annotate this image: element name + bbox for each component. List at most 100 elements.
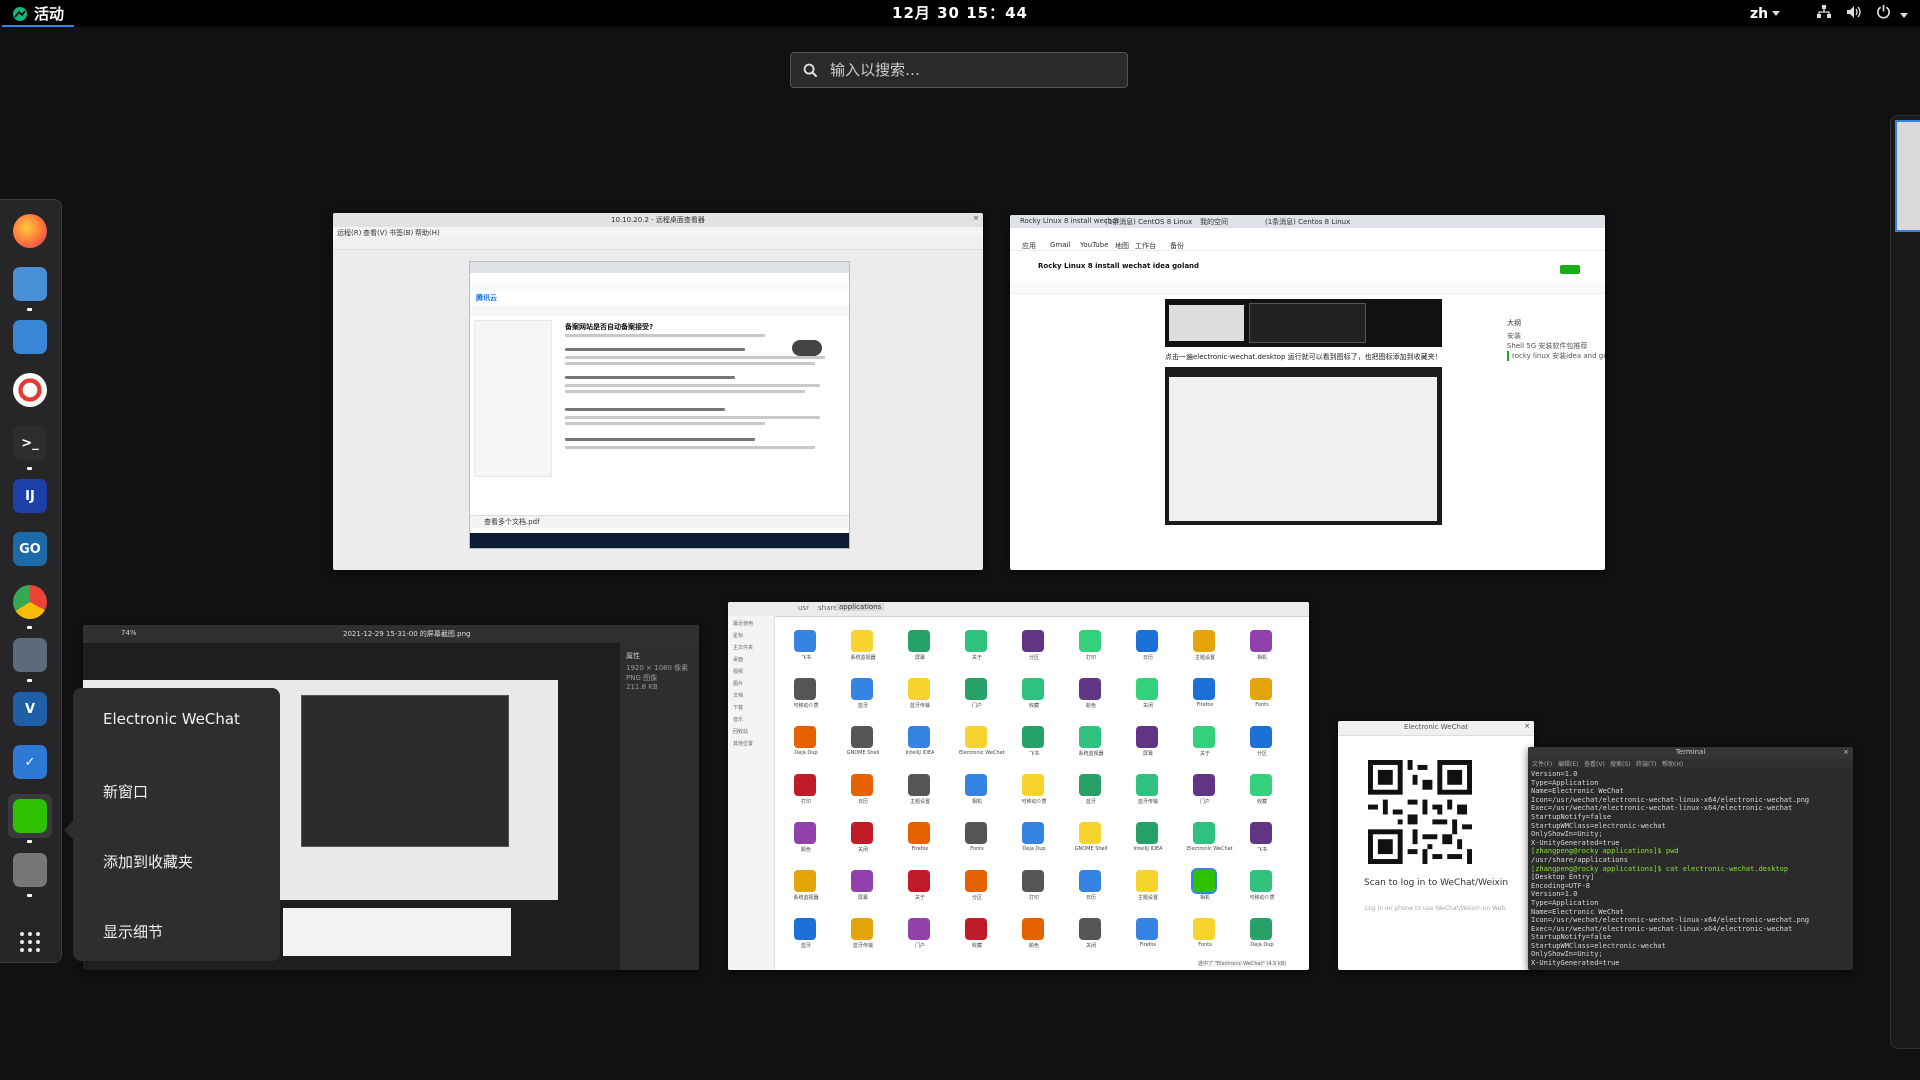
- outline-item[interactable]: rocky linux 安装idea and goland: [1507, 351, 1605, 361]
- file-icon[interactable]: [1191, 868, 1217, 894]
- file-icon[interactable]: [1136, 774, 1158, 796]
- bookmark[interactable]: Gmail: [1050, 241, 1070, 249]
- window-terminal[interactable]: Terminal × 文件(F) 编辑(E) 查看(V) 搜索(S) 终端(T)…: [1528, 747, 1853, 970]
- file-icon[interactable]: [1193, 822, 1215, 844]
- file-icon[interactable]: [794, 630, 816, 652]
- dock-item-terminal[interactable]: >_: [8, 421, 52, 465]
- file-icon[interactable]: [965, 630, 987, 652]
- bookmark[interactable]: 应用: [1022, 241, 1036, 251]
- path-segment[interactable]: usr: [798, 604, 809, 612]
- browser-tab[interactable]: (1条消息) Centos 8 Linux: [1265, 217, 1350, 227]
- file-icon[interactable]: [1022, 774, 1044, 796]
- file-icon[interactable]: [908, 822, 930, 844]
- dock-item-files[interactable]: [8, 262, 52, 306]
- file-icon[interactable]: [1136, 822, 1158, 844]
- file-icon[interactable]: [1022, 870, 1044, 892]
- file-icon[interactable]: [965, 870, 987, 892]
- file-icon[interactable]: [1136, 918, 1158, 940]
- file-icon[interactable]: [908, 630, 930, 652]
- file-icon[interactable]: [1079, 678, 1101, 700]
- remote-screen[interactable]: 腾讯云 备案网站是否自动备案接受? 查看多个文档.pdf: [469, 261, 850, 549]
- dock-item-image-viewer[interactable]: [8, 848, 52, 892]
- search-box[interactable]: [790, 52, 1128, 88]
- workspace-switcher[interactable]: [1890, 115, 1920, 1049]
- bookmark[interactable]: 工作台: [1135, 241, 1156, 251]
- file-icon[interactable]: [965, 726, 987, 748]
- file-icon[interactable]: [1193, 726, 1215, 748]
- file-icon[interactable]: [1193, 630, 1215, 652]
- terminal-output[interactable]: Version=1.0 Type=Application Name=Electron…: [1531, 770, 1850, 968]
- file-icon[interactable]: [1136, 870, 1158, 892]
- file-icon[interactable]: [1136, 630, 1158, 652]
- dock-item-clipboard[interactable]: ✓: [8, 740, 52, 784]
- file-icon[interactable]: [794, 678, 816, 700]
- file-icon[interactable]: [794, 726, 816, 748]
- file-icon[interactable]: [1250, 822, 1272, 844]
- dock-item-intellij-idea[interactable]: IJ: [8, 474, 52, 518]
- file-icon[interactable]: [794, 822, 816, 844]
- menu-item[interactable]: 编辑(E): [1558, 759, 1578, 768]
- file-icon[interactable]: [1022, 630, 1044, 652]
- dock-item-software[interactable]: [8, 315, 52, 359]
- file-icon[interactable]: [794, 774, 816, 796]
- file-icon[interactable]: [851, 774, 873, 796]
- bookmark[interactable]: 备份: [1170, 241, 1184, 251]
- menu-item[interactable]: 终端(T): [1636, 759, 1656, 768]
- file-icon[interactable]: [908, 774, 930, 796]
- file-icon[interactable]: [1079, 870, 1101, 892]
- file-icon[interactable]: [851, 918, 873, 940]
- file-icon[interactable]: [851, 870, 873, 892]
- file-icon[interactable]: [1079, 774, 1101, 796]
- file-icon[interactable]: [851, 678, 873, 700]
- file-icon[interactable]: [908, 726, 930, 748]
- browser-tab[interactable]: (1条消息) CentOS 8 Linux: [1105, 217, 1192, 227]
- file-icon[interactable]: [1022, 918, 1044, 940]
- bookmark[interactable]: 地图: [1115, 241, 1129, 251]
- close-icon[interactable]: ×: [1524, 722, 1530, 730]
- file-icon[interactable]: [1079, 726, 1101, 748]
- close-icon[interactable]: ×: [1843, 748, 1849, 756]
- file-icon[interactable]: [965, 918, 987, 940]
- menu-item[interactable]: 查看(V): [1584, 759, 1605, 768]
- dock-item-remote-desktop[interactable]: [8, 633, 52, 677]
- file-icon[interactable]: [794, 870, 816, 892]
- file-icon[interactable]: [1136, 726, 1158, 748]
- window-remote-desktop[interactable]: 10.10.20.2 - 远程桌面查看器 × 远程(R) 查看(V) 书签(B)…: [333, 213, 983, 570]
- bookmark[interactable]: YouTube: [1080, 241, 1108, 249]
- dock-item-goland[interactable]: GO: [8, 527, 52, 571]
- file-icon[interactable]: [1193, 678, 1215, 700]
- file-icon[interactable]: [851, 726, 873, 748]
- file-icon[interactable]: [965, 822, 987, 844]
- file-icon[interactable]: [1250, 630, 1272, 652]
- file-icon[interactable]: [1079, 822, 1101, 844]
- file-icon[interactable]: [1193, 918, 1215, 940]
- file-icon[interactable]: [965, 774, 987, 796]
- file-icon[interactable]: [1250, 870, 1272, 892]
- file-icon[interactable]: [1250, 726, 1272, 748]
- window-file-manager[interactable]: usr share applications 最近使用 星标 主文件夹 桌面 视…: [728, 602, 1309, 970]
- share-button[interactable]: [1560, 265, 1580, 274]
- file-icon[interactable]: [1022, 822, 1044, 844]
- file-icon[interactable]: [908, 870, 930, 892]
- file-icon[interactable]: [1079, 630, 1101, 652]
- file-icon[interactable]: [1022, 726, 1044, 748]
- network-icon[interactable]: [1816, 4, 1832, 23]
- menu-item[interactable]: 帮助(H): [1662, 759, 1683, 768]
- file-icon[interactable]: [1250, 678, 1272, 700]
- dock-item-firefox[interactable]: [8, 209, 52, 253]
- language-selector[interactable]: zh: [1750, 6, 1781, 22]
- file-icon[interactable]: [1136, 678, 1158, 700]
- search-input[interactable]: [828, 60, 1112, 80]
- close-icon[interactable]: ×: [973, 214, 979, 222]
- window-chrome-document[interactable]: Rocky Linux 8 install wechat (1条消息) Cent…: [1010, 215, 1605, 570]
- show-apps-button[interactable]: [8, 920, 52, 964]
- dock-item-vim[interactable]: V: [8, 687, 52, 731]
- file-icon[interactable]: [1250, 918, 1272, 940]
- menu-item-show-details[interactable]: 显示细节: [73, 913, 280, 983]
- outline-item[interactable]: 安装: [1507, 331, 1521, 341]
- file-icon[interactable]: [965, 678, 987, 700]
- outline-item[interactable]: Shell 5G 安装软件包推荐: [1507, 341, 1587, 351]
- file-icon[interactable]: [908, 918, 930, 940]
- dock-item-help[interactable]: [8, 368, 52, 412]
- file-icon[interactable]: [1193, 774, 1215, 796]
